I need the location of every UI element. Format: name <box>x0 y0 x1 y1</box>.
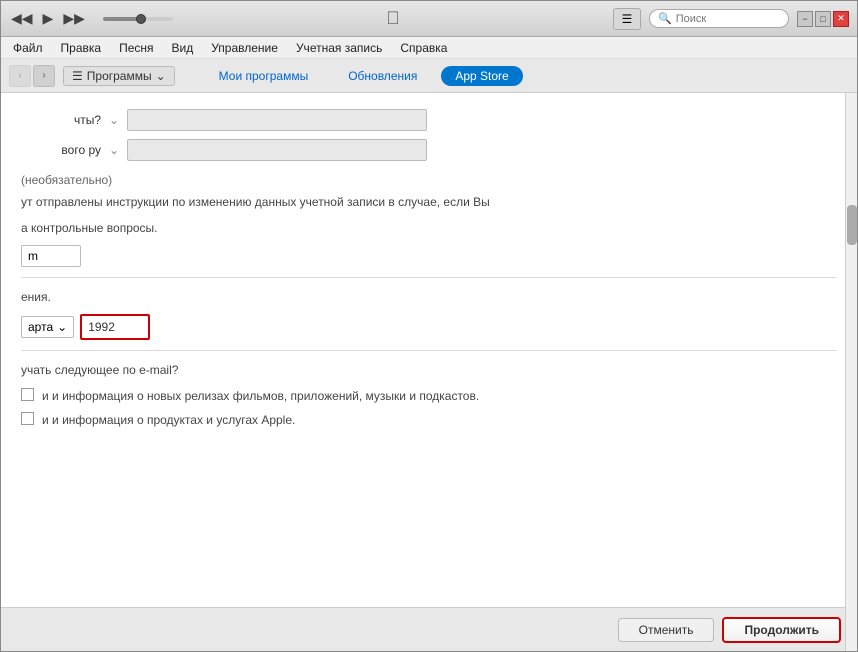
nav-arrows: ‹ › <box>9 65 55 87</box>
tab-updates[interactable]: Обновления <box>332 65 433 87</box>
year-input[interactable] <box>80 314 150 340</box>
checkbox-1[interactable] <box>21 388 34 401</box>
checkbox-2[interactable] <box>21 412 34 425</box>
slider-thumb <box>136 14 146 24</box>
bottom-bar: Отменить Продолжить <box>1 607 857 651</box>
menu-manage[interactable]: Управление <box>203 39 286 57</box>
content-inner: чты? ⌄ вого ру ⌄ (необязательно) ут отпр… <box>1 93 857 607</box>
back-button[interactable]: ‹ <box>9 65 31 87</box>
checkbox-row-1: и и информация о новых релизах фильмов, … <box>21 387 837 405</box>
small-input[interactable] <box>21 245 81 267</box>
form-label-2: вого ру <box>21 143 101 157</box>
forward-button[interactable]: ▶▶ <box>61 8 87 29</box>
rewind-button[interactable]: ◀◀ <box>9 8 35 29</box>
menu-view[interactable]: Вид <box>164 39 202 57</box>
info-text-2a: а контрольные вопросы. <box>21 221 158 235</box>
volume-slider[interactable] <box>103 17 173 21</box>
dropdown-arrow-2: ⌄ <box>109 143 119 157</box>
form-section-1: чты? ⌄ вого ру ⌄ <box>21 109 837 161</box>
maximize-button[interactable]: □ <box>815 11 831 27</box>
title-bar-center:  <box>181 8 605 29</box>
programs-chevron-icon: ⌄ <box>156 69 166 83</box>
search-input[interactable] <box>676 13 786 25</box>
info-text-1: ут отправлены инструкции по изменению да… <box>21 193 837 211</box>
optional-label: (необязательно) <box>21 173 837 187</box>
form-label-1: чты? <box>21 113 101 127</box>
menu-file[interactable]: Файл <box>5 39 51 57</box>
month-label: арта <box>28 320 53 334</box>
divider-1 <box>21 277 837 278</box>
info-text-2: а контрольные вопросы. <box>21 219 837 237</box>
title-bar: ◀◀ ▶ ▶▶  ☰ 🔍 − □ ✕ <box>1 1 857 37</box>
menu-bar: Файл Правка Песня Вид Управление Учетная… <box>1 37 857 59</box>
form-row-1: чты? ⌄ <box>21 109 837 131</box>
nav-bar: ‹ › ☰ Программы ⌄ Мои программы Обновлен… <box>1 59 857 93</box>
window-controls: − □ ✕ <box>797 11 849 27</box>
scrollbar-right[interactable] <box>845 93 857 651</box>
checkbox-label-2: и и информация о продуктах и услугах App… <box>42 411 295 429</box>
menu-edit[interactable]: Правка <box>53 39 110 57</box>
minimize-button[interactable]: − <box>797 11 813 27</box>
programs-dropdown[interactable]: ☰ Программы ⌄ <box>63 66 175 86</box>
list-view-button[interactable]: ☰ <box>613 8 641 30</box>
section2-text: ения. <box>21 288 837 306</box>
email-section: учать следующее по e-mail? и и информаци… <box>21 361 837 429</box>
month-dropdown[interactable]: арта ⌄ <box>21 316 74 338</box>
close-button[interactable]: ✕ <box>833 11 849 27</box>
scrollbar-thumb <box>847 205 857 245</box>
search-box[interactable]: 🔍 <box>649 9 789 28</box>
divider-2 <box>21 350 837 351</box>
search-icon: 🔍 <box>658 12 672 25</box>
menu-help[interactable]: Справка <box>392 39 455 57</box>
form-row-2: вого ру ⌄ <box>21 139 837 161</box>
form-input-2[interactable] <box>127 139 427 161</box>
play-button[interactable]: ▶ <box>41 8 56 29</box>
nav-tabs: Мои программы Обновления App Store <box>203 65 523 87</box>
date-row: арта ⌄ <box>21 314 837 340</box>
continue-button[interactable]: Продолжить <box>722 617 841 643</box>
cancel-button[interactable]: Отменить <box>618 618 715 642</box>
programs-icon: ☰ <box>72 69 83 83</box>
content-area: чты? ⌄ вого ру ⌄ (необязательно) ут отпр… <box>1 93 857 651</box>
main-window: ◀◀ ▶ ▶▶  ☰ 🔍 − □ ✕ Файл Правка П <box>0 0 858 652</box>
tab-my-programs[interactable]: Мои программы <box>203 65 325 87</box>
dropdown-arrow-1: ⌄ <box>109 113 119 127</box>
menu-song[interactable]: Песня <box>111 39 161 57</box>
form-input-1[interactable] <box>127 109 427 131</box>
menu-account[interactable]: Учетная запись <box>288 39 390 57</box>
form-row-small <box>21 245 837 267</box>
apple-logo-icon:  <box>386 8 400 29</box>
title-bar-right: ☰ 🔍 <box>613 8 789 30</box>
transport-controls: ◀◀ ▶ ▶▶ <box>9 8 87 29</box>
tab-app-store[interactable]: App Store <box>441 66 522 86</box>
checkbox-label-1: и и информация о новых релизах фильмов, … <box>42 387 479 405</box>
checkbox-row-2: и и информация о продуктах и услугах App… <box>21 411 837 429</box>
email-question: учать следующее по e-mail? <box>21 361 837 379</box>
slider-track <box>103 17 173 21</box>
forward-button[interactable]: › <box>33 65 55 87</box>
programs-label: Программы <box>87 69 152 83</box>
month-chevron-icon: ⌄ <box>57 320 67 334</box>
